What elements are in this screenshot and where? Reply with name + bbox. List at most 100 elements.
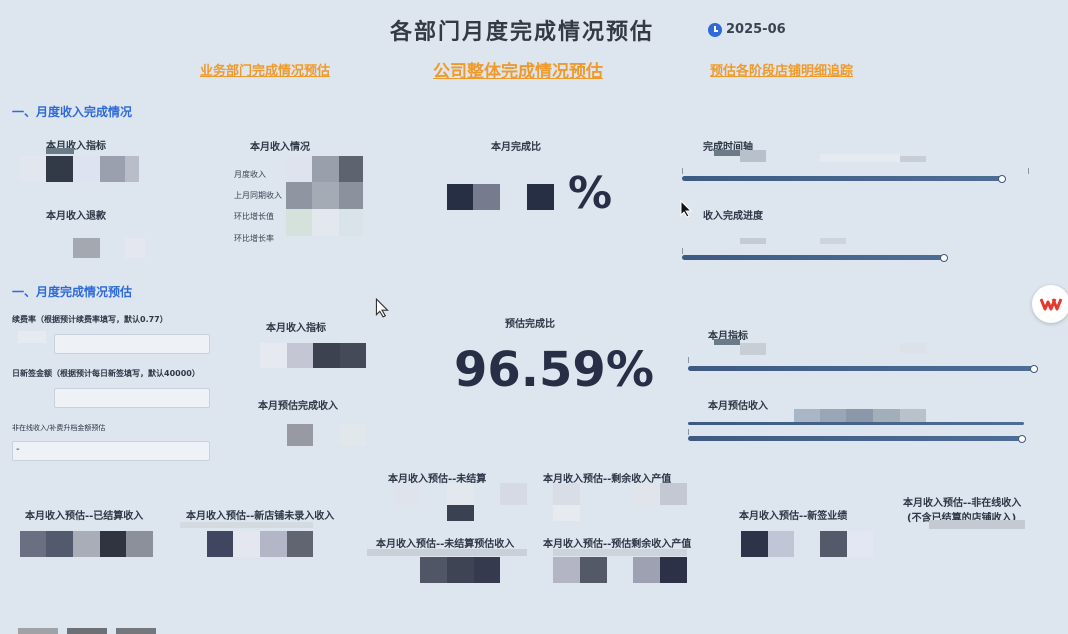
- offline-forecast-label: 本月收入预估--非在线收入: [903, 498, 1022, 509]
- redacted-block: [820, 409, 846, 423]
- redacted-block: [741, 531, 768, 557]
- unsettled-forecast-label: 本月收入预估--未结算预估收入: [376, 539, 515, 550]
- redacted-block: [207, 531, 233, 557]
- redacted-block: [46, 148, 74, 154]
- redacted-block: [740, 343, 766, 355]
- redacted-block: [820, 531, 847, 557]
- forecast-income-target-label: 本月收入指标: [266, 323, 326, 334]
- row-label-last-month: 上月同期收入: [234, 191, 282, 200]
- redacted-block: [18, 628, 58, 634]
- redacted-block: [312, 182, 339, 209]
- redacted-block: [820, 154, 900, 162]
- settled-label: 本月收入预估--已结算收入: [25, 511, 144, 522]
- renew-rate-input[interactable]: [54, 334, 210, 354]
- redacted-block: [312, 209, 339, 236]
- remaining-forecast-label: 本月收入预估--预估剩余收入产值: [543, 539, 692, 550]
- redacted-block: [633, 557, 660, 583]
- forecast-income-label: 本月预估完成收入: [258, 401, 338, 412]
- redacted-block: [500, 483, 527, 505]
- redacted-block: [900, 343, 926, 353]
- redacted-block: [447, 505, 474, 521]
- renew-rate-label: 续费率（根据预计续费率填写，默认0.77）: [12, 315, 168, 324]
- redacted-block: [473, 184, 500, 210]
- redacted-block: [553, 549, 687, 556]
- month-target-track: [688, 366, 1036, 371]
- ratio-percent-sign: %: [568, 168, 613, 219]
- page-title: 各部门月度完成情况预估: [390, 20, 655, 45]
- redacted-block: [340, 424, 366, 446]
- forecast-ratio-label: 预估完成比: [505, 319, 555, 330]
- redacted-block: [714, 339, 740, 345]
- redacted-block: [527, 184, 554, 210]
- clock-icon: [708, 22, 722, 37]
- redacted-block: [900, 409, 926, 423]
- redacted-block: [73, 531, 100, 557]
- redacted-block: [873, 409, 900, 423]
- redacted-block: [633, 483, 660, 505]
- redacted-block: [820, 238, 846, 244]
- redacted-block: [367, 549, 527, 556]
- redacted-block: [46, 531, 73, 557]
- redacted-block: [339, 182, 363, 209]
- nav-stores-link[interactable]: 预估各阶段店铺明细追踪: [710, 60, 853, 79]
- redacted-block: [447, 483, 474, 505]
- date-badge: 2025-06: [708, 22, 786, 37]
- redacted-block: [340, 343, 366, 368]
- redacted-block: [339, 209, 363, 236]
- new-sign-label: 本月收入预估--新签业绩: [739, 511, 848, 522]
- redacted-block: [740, 238, 766, 244]
- redacted-block: [233, 531, 260, 557]
- nav-company-link[interactable]: 公司整体完成情况预估: [433, 57, 603, 82]
- redacted-block: [847, 531, 873, 557]
- redacted-block: [73, 238, 100, 258]
- redacted-block: [447, 557, 474, 583]
- nav-business-link[interactable]: 业务部门完成情况预估: [200, 60, 330, 79]
- redacted-block: [740, 150, 766, 162]
- month-target-knob: [1030, 365, 1038, 373]
- refund-label: 本月收入退款: [46, 211, 106, 222]
- offline-income-input[interactable]: -: [12, 441, 210, 461]
- redacted-block: [929, 520, 1025, 529]
- redacted-block: [287, 424, 313, 446]
- redacted-block: [46, 156, 73, 182]
- progress-track: [682, 255, 946, 260]
- tick-mark: [688, 429, 689, 435]
- redacted-block: [260, 343, 287, 368]
- tick-mark: [682, 248, 683, 254]
- wps-logo-icon[interactable]: [1032, 285, 1068, 323]
- daily-sign-input[interactable]: [54, 388, 210, 408]
- redacted-block: [900, 156, 926, 162]
- redacted-block: [125, 156, 139, 182]
- redacted-block: [768, 531, 794, 557]
- redacted-block: [660, 557, 687, 583]
- redacted-block: [67, 628, 107, 634]
- redacted-block: [116, 628, 156, 634]
- redacted-block: [20, 156, 46, 182]
- redacted-block: [580, 557, 607, 583]
- redacted-block: [846, 409, 873, 423]
- redacted-block: [286, 209, 312, 236]
- month-forecast-label: 本月预估收入: [708, 401, 768, 412]
- redacted-block: [100, 531, 126, 557]
- row-label-monthly: 月度收入: [234, 170, 266, 179]
- tick-mark: [688, 357, 689, 363]
- mouse-cursor-icon: [375, 298, 389, 318]
- redacted-block: [313, 343, 340, 368]
- redacted-block: [20, 531, 46, 557]
- redacted-block: [18, 331, 46, 343]
- redacted-block: [394, 483, 420, 505]
- redacted-block: [553, 505, 580, 521]
- tick-mark: [1028, 168, 1029, 174]
- section-forecast-title: 一、月度完成情况预估: [12, 285, 133, 299]
- redacted-block: [260, 531, 287, 557]
- redacted-block: [287, 531, 313, 557]
- redacted-block: [126, 531, 153, 557]
- redacted-block: [420, 557, 447, 583]
- income-status-label: 本月收入情况: [250, 142, 310, 153]
- daily-sign-label: 日新签金额（根据预计每日新签填写，默认40000）: [12, 369, 200, 378]
- redacted-block: [339, 156, 363, 182]
- row-label-growth-value: 环比增长值: [234, 212, 274, 221]
- progress-knob: [940, 254, 948, 262]
- timeline-knob: [998, 175, 1006, 183]
- offline-income-value: -: [16, 444, 20, 455]
